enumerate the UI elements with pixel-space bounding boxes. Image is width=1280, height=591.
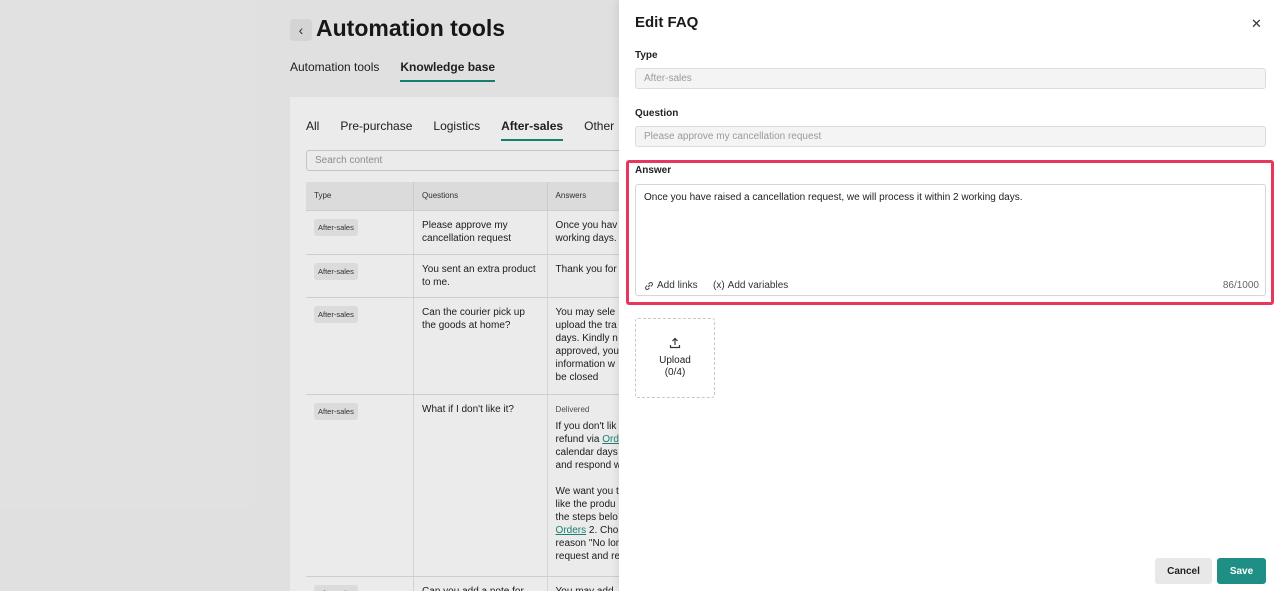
add-links-label: Add links: [657, 280, 698, 291]
upload-label: Upload: [659, 355, 691, 366]
question-label: Question: [635, 108, 679, 119]
type-label: Type: [635, 50, 658, 61]
variable-icon: (x): [713, 280, 725, 291]
add-variables-button[interactable]: (x) Add variables: [713, 280, 788, 291]
save-button[interactable]: Save: [1217, 558, 1266, 584]
type-field[interactable]: After-sales: [635, 68, 1266, 89]
add-links-button[interactable]: Add links: [644, 280, 698, 291]
question-field[interactable]: Please approve my cancellation request: [635, 126, 1266, 147]
answer-editor[interactable]: Once you have raised a cancellation requ…: [635, 184, 1266, 296]
link-icon: [645, 281, 653, 290]
cancel-button[interactable]: Cancel: [1155, 558, 1212, 584]
modal-overlay[interactable]: [0, 0, 620, 591]
upload-button[interactable]: Upload (0/4): [635, 318, 715, 398]
add-variables-label: Add variables: [727, 280, 789, 291]
upload-icon: [669, 337, 681, 349]
answer-label: Answer: [635, 165, 672, 176]
close-icon[interactable]: ✕: [1251, 16, 1262, 32]
edit-faq-drawer: Edit FAQ ✕ Type After-sales Question Ple…: [619, 0, 1280, 591]
upload-count: (0/4): [664, 367, 686, 378]
character-counter: 86/1000: [1222, 280, 1259, 291]
drawer-title: Edit FAQ: [635, 14, 699, 31]
answer-text[interactable]: Once you have raised a cancellation requ…: [644, 192, 1023, 203]
